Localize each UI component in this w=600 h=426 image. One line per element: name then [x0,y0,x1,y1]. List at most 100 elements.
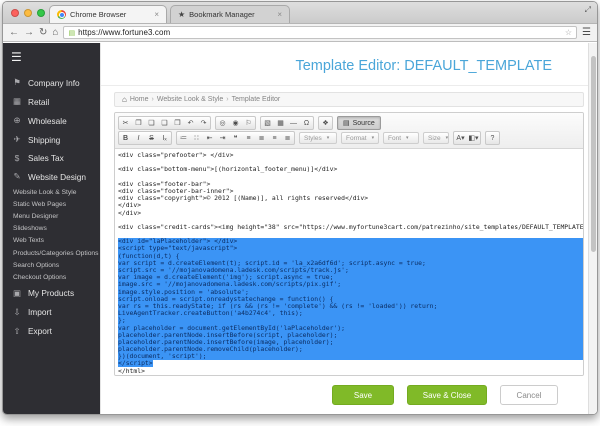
sidebar-sub-item[interactable]: Web Texts [3,235,100,247]
about-button[interactable]: ? [486,132,499,144]
company-info[interactable]: ⚑ Company Info [3,73,100,92]
sidebar-sub-item[interactable]: Website Look & Style [3,186,100,198]
undo-icon[interactable]: ↶ [184,117,197,129]
bold-icon[interactable]: B [119,132,132,144]
table-icon[interactable]: ▦ [274,117,287,129]
dropdown-label: Font [388,135,401,142]
website-design[interactable]: ✎ Website Design [3,167,100,186]
redo-icon[interactable]: ↷ [197,117,210,129]
spellcheck-flag-icon[interactable]: ⚐ [242,117,255,129]
dropdown-label: Styles [304,135,322,142]
retail[interactable]: ▦ Retail [3,92,100,111]
reload-icon[interactable]: ↻ [39,28,47,38]
copy-icon[interactable]: ❐ [132,117,145,129]
breadcrumb-item[interactable]: Home [130,96,154,103]
code-line-selected: script.onload = script.onreadystatechang… [118,296,583,303]
breadcrumb: ⌂ Home Website Look & Style Template Edi… [114,92,584,107]
save-close-button[interactable]: Save & Close [407,385,487,405]
plane-icon: ✈ [12,134,22,145]
text-color-button[interactable]: A▾ [454,132,467,144]
justify-icon[interactable]: ≣ [281,132,294,144]
save-button[interactable]: Save [332,385,394,405]
url-text[interactable]: https://www.fortune3.com [78,28,170,37]
tab-bookmark-manager[interactable]: ★ Bookmark Manager × [170,5,290,23]
cancel-button[interactable]: Cancel [500,385,558,405]
sidebar-sub-item[interactable]: Checkout Options [3,271,100,283]
align-left-icon[interactable]: ≡ [242,132,255,144]
zoom-window-button[interactable] [37,9,45,17]
sidebar-item-label: Wholesale [28,116,67,126]
star-icon: ★ [178,10,185,19]
forward-icon[interactable]: → [24,28,34,38]
align-right-icon[interactable]: ≡ [268,132,281,144]
styles-dropdown[interactable]: Styles [299,132,337,144]
maximize-icon[interactable]: ❖ [319,117,332,129]
numbered-list-icon[interactable]: ≔ [177,132,190,144]
address-bar[interactable]: ▤ https://www.fortune3.com ☆ [63,26,577,39]
home-icon[interactable]: ⌂ [52,28,58,38]
content-panel: Template Editor: DEFAULT_TEMPLATE ⌂ Home… [100,43,597,414]
italic-icon[interactable]: I [132,132,145,144]
format-dropdown[interactable]: Format [341,132,379,144]
bookmark-star-icon[interactable]: ☆ [565,28,572,37]
code-line-selected: <div id="laPlaceholder"> </div> [118,238,583,245]
export[interactable]: ⇧ Export [3,322,100,341]
globe-icon: ⊕ [12,115,22,126]
paste-word-icon[interactable]: ❒ [171,117,184,129]
sales-tax[interactable]: $ Sales Tax [3,149,100,167]
cut-icon[interactable]: ✂ [119,117,132,129]
bulleted-list-icon[interactable]: ∷ [190,132,203,144]
my-products[interactable]: ▣ My Products [3,284,100,303]
special-char-icon[interactable]: Ω [300,117,313,129]
code-line-selected: placeholder.parentNode.removeChild(place… [118,346,583,353]
tab-label: Bookmark Manager [189,10,273,19]
paste-text-icon[interactable]: ❑ [158,117,171,129]
sidebar-sub-item[interactable]: Slideshows [3,223,100,235]
breadcrumb-home-icon[interactable]: ⌂ [122,95,127,104]
remove-format-icon[interactable]: Iₓ [158,132,171,144]
import[interactable]: ⇩ Import [3,303,100,322]
tab-close-icon[interactable]: × [154,10,159,19]
dropdown-label: Format [346,135,367,142]
sidebar-item-label: Import [28,307,52,317]
strikethrough-icon[interactable]: S [145,132,158,144]
back-icon[interactable]: ← [9,28,19,38]
minimize-window-button[interactable] [24,9,32,17]
wholesale[interactable]: ⊕ Wholesale [3,111,100,130]
blockquote-icon[interactable]: ❝ [229,132,242,144]
sidebar-item-label: My Products [28,288,74,298]
paste-icon[interactable]: ❏ [145,117,158,129]
scrollbar-thumb[interactable] [591,56,596,252]
sidebar-sub-item[interactable]: Menu Designer [3,210,100,222]
code-line-selected: var image = d.createElement('img'); scri… [118,274,583,281]
sidebar-sub-item[interactable]: Static Web Pages [3,198,100,210]
code-line-selected: placeholder.parentNode.insertBefore(scri… [118,332,583,339]
page-scrollbar[interactable] [588,43,597,414]
tab-close-icon[interactable]: × [277,10,282,19]
image-icon[interactable]: ▧ [261,117,274,129]
align-center-icon[interactable]: ≣ [255,132,268,144]
sidebar-toggle[interactable]: ☰ [3,43,100,73]
browser-menu-icon[interactable]: ☰ [582,27,591,38]
code-line: <div class="prefooter"> </div> [118,152,583,159]
indent-icon[interactable]: ⇥ [216,132,229,144]
breadcrumb-item[interactable]: Website Look & Style [157,96,229,103]
shipping[interactable]: ✈ Shipping [3,130,100,149]
size-dropdown[interactable]: Size [423,132,449,144]
tab-chrome-browser[interactable]: Chrome Browser × [49,5,167,23]
horizontal-rule-icon[interactable]: — [287,117,300,129]
expand-icon[interactable]: ⤢ [585,5,591,15]
find-icon[interactable]: ◎ [216,117,229,129]
sidebar-sub-item[interactable]: Products/Categories Options [3,247,100,259]
source-code-editor[interactable]: <div class="prefooter"> </div> <div class… [115,149,583,375]
font-dropdown[interactable]: Font [383,132,419,144]
breadcrumb-item[interactable]: Template Editor [232,96,281,103]
bg-color-button[interactable]: ◧▾ [467,132,480,144]
code-line: <div class="footer-bar-inner"> [118,188,583,195]
browser-window: Chrome Browser × ★ Bookmark Manager × ⤢ … [2,1,598,415]
source-button[interactable]: ▤ Source [337,116,381,130]
outdent-icon[interactable]: ⇤ [203,132,216,144]
replace-icon[interactable]: ◉ [229,117,242,129]
sidebar-sub-item[interactable]: Search Options [3,259,100,271]
close-window-button[interactable] [11,9,19,17]
